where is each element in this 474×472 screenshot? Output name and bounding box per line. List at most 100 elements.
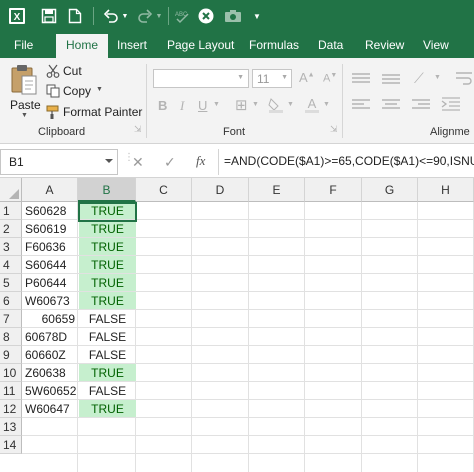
tab-review[interactable]: Review <box>365 32 404 58</box>
camera-icon[interactable] <box>222 4 244 28</box>
cell-b[interactable]: TRUE <box>79 238 136 255</box>
font-launcher-icon[interactable]: ⇲ <box>330 124 338 135</box>
italic-icon[interactable]: I <box>180 98 184 114</box>
column-header-g[interactable]: G <box>362 178 418 202</box>
row-header[interactable]: 11 <box>0 382 22 400</box>
clipboard-launcher-icon[interactable]: ⇲ <box>134 124 142 135</box>
redo-icon[interactable] <box>134 4 156 28</box>
enter-icon[interactable]: ✓ <box>164 154 176 171</box>
customize-qat-icon[interactable]: ▼ <box>250 4 264 28</box>
cell-b[interactable]: FALSE <box>79 328 136 345</box>
row-header[interactable]: 8 <box>0 328 22 346</box>
copy-button[interactable]: Copy ▼ <box>44 82 144 100</box>
orientation-dropdown-icon[interactable]: ▼ <box>434 74 441 81</box>
row-header[interactable]: 2 <box>0 220 22 238</box>
align-middle-icon[interactable] <box>380 72 402 86</box>
cancel-icon[interactable]: ✕ <box>132 154 144 171</box>
tab-view[interactable]: View <box>423 32 449 58</box>
align-top-icon[interactable] <box>350 72 372 86</box>
cell-a[interactable]: 60660Z <box>23 346 78 364</box>
save-icon[interactable] <box>38 4 60 28</box>
cell-a[interactable]: P60644 <box>23 274 78 292</box>
cell-a[interactable]: W60647 <box>23 400 78 418</box>
tab-insert[interactable]: Insert <box>117 32 147 58</box>
cell-b[interactable] <box>79 436 136 453</box>
tab-home[interactable]: Home <box>56 34 108 58</box>
bold-icon[interactable]: B <box>158 98 167 113</box>
row-header[interactable]: 4 <box>0 256 22 274</box>
cell-a[interactable]: 60678D <box>23 328 78 346</box>
cell-b[interactable] <box>79 418 136 435</box>
cell-a[interactable]: S60644 <box>23 256 78 274</box>
cell-b[interactable]: TRUE <box>79 292 136 309</box>
fill-color-icon[interactable] <box>267 97 285 113</box>
cell-b[interactable]: TRUE <box>79 400 136 417</box>
undo-dropdown-icon[interactable]: ▼ <box>120 4 130 28</box>
format-painter-button[interactable]: Format Painter <box>44 103 144 121</box>
column-header-d[interactable]: D <box>192 178 249 202</box>
font-name-box[interactable]: ▼ <box>153 69 249 88</box>
tab-page-layout[interactable]: Page Layout <box>167 32 234 58</box>
paste-button[interactable]: Paste ▼ <box>8 62 41 119</box>
row-header[interactable]: 12 <box>0 400 22 418</box>
cell-b[interactable]: TRUE <box>79 274 136 291</box>
column-header-a[interactable]: A <box>22 178 78 202</box>
cell-a[interactable]: S60619 <box>23 220 78 238</box>
wrap-text-icon[interactable] <box>454 70 474 86</box>
row-header[interactable]: 9 <box>0 346 22 364</box>
column-header-f[interactable]: F <box>305 178 362 202</box>
redo-dropdown-icon[interactable]: ▼ <box>154 4 164 28</box>
indent-icon[interactable] <box>440 96 462 112</box>
align-left-icon[interactable] <box>350 98 372 112</box>
row-header[interactable]: 1 <box>0 202 22 220</box>
row-header[interactable]: 14 <box>0 436 22 454</box>
select-all-button[interactable] <box>0 178 22 202</box>
close-circle-icon[interactable] <box>196 4 216 28</box>
cell-a[interactable]: 5W60652 <box>23 382 78 400</box>
cell-b[interactable]: TRUE <box>79 256 136 273</box>
orientation-icon[interactable]: ⟋ <box>414 70 424 87</box>
name-box[interactable]: B1 <box>0 149 118 175</box>
row-header[interactable]: 13 <box>0 418 22 436</box>
insert-function-icon[interactable]: fx <box>196 153 205 169</box>
spelling-check-icon[interactable]: ABC <box>172 4 194 28</box>
column-header-c[interactable]: C <box>136 178 192 202</box>
new-file-icon[interactable] <box>64 4 86 28</box>
cell-a[interactable] <box>23 418 78 436</box>
cell-a[interactable] <box>23 436 78 454</box>
cell-a[interactable]: W60673 <box>23 292 78 310</box>
underline-icon[interactable]: U <box>198 98 207 113</box>
row-header[interactable]: 10 <box>0 364 22 382</box>
name-box-dropdown-icon[interactable] <box>105 159 113 163</box>
shrink-font-icon[interactable]: A▼ <box>323 72 337 85</box>
cell-a[interactable]: 60659 <box>23 310 78 328</box>
row-header[interactable]: 5 <box>0 274 22 292</box>
cell-b[interactable]: TRUE <box>79 220 136 237</box>
cell-b[interactable]: FALSE <box>79 382 136 399</box>
align-center-icon[interactable] <box>380 98 402 112</box>
fill-color-dropdown-icon[interactable]: ▼ <box>287 101 294 108</box>
underline-dropdown-icon[interactable]: ▼ <box>213 101 220 108</box>
cell-b[interactable]: FALSE <box>79 346 136 363</box>
row-header[interactable]: 7 <box>0 310 22 328</box>
formula-input[interactable]: =AND(CODE($A1)>=65,CODE($A1)<=90,ISNU <box>218 149 474 175</box>
cell-a[interactable]: S60628 <box>23 202 78 220</box>
cell-a[interactable]: F60636 <box>23 238 78 256</box>
row-header[interactable]: 3 <box>0 238 22 256</box>
tab-file[interactable]: File <box>14 32 33 58</box>
cell-a[interactable]: Z60638 <box>23 364 78 382</box>
row-header[interactable]: 6 <box>0 292 22 310</box>
cell-b[interactable]: TRUE <box>79 364 136 381</box>
tab-data[interactable]: Data <box>318 32 343 58</box>
font-color-dropdown-icon[interactable]: ▼ <box>323 101 330 108</box>
column-header-b[interactable]: B <box>78 178 136 202</box>
column-header-h[interactable]: H <box>418 178 474 202</box>
font-size-box[interactable]: 11 ▼ <box>252 69 292 88</box>
tab-formulas[interactable]: Formulas <box>249 32 299 58</box>
font-color-icon[interactable]: A <box>303 96 321 114</box>
borders-icon[interactable]: ⊞ <box>235 96 248 114</box>
grow-font-icon[interactable]: A▲ <box>299 70 315 85</box>
cell-b[interactable]: FALSE <box>79 310 136 327</box>
align-right-icon[interactable] <box>410 98 432 112</box>
borders-dropdown-icon[interactable]: ▼ <box>252 101 259 108</box>
